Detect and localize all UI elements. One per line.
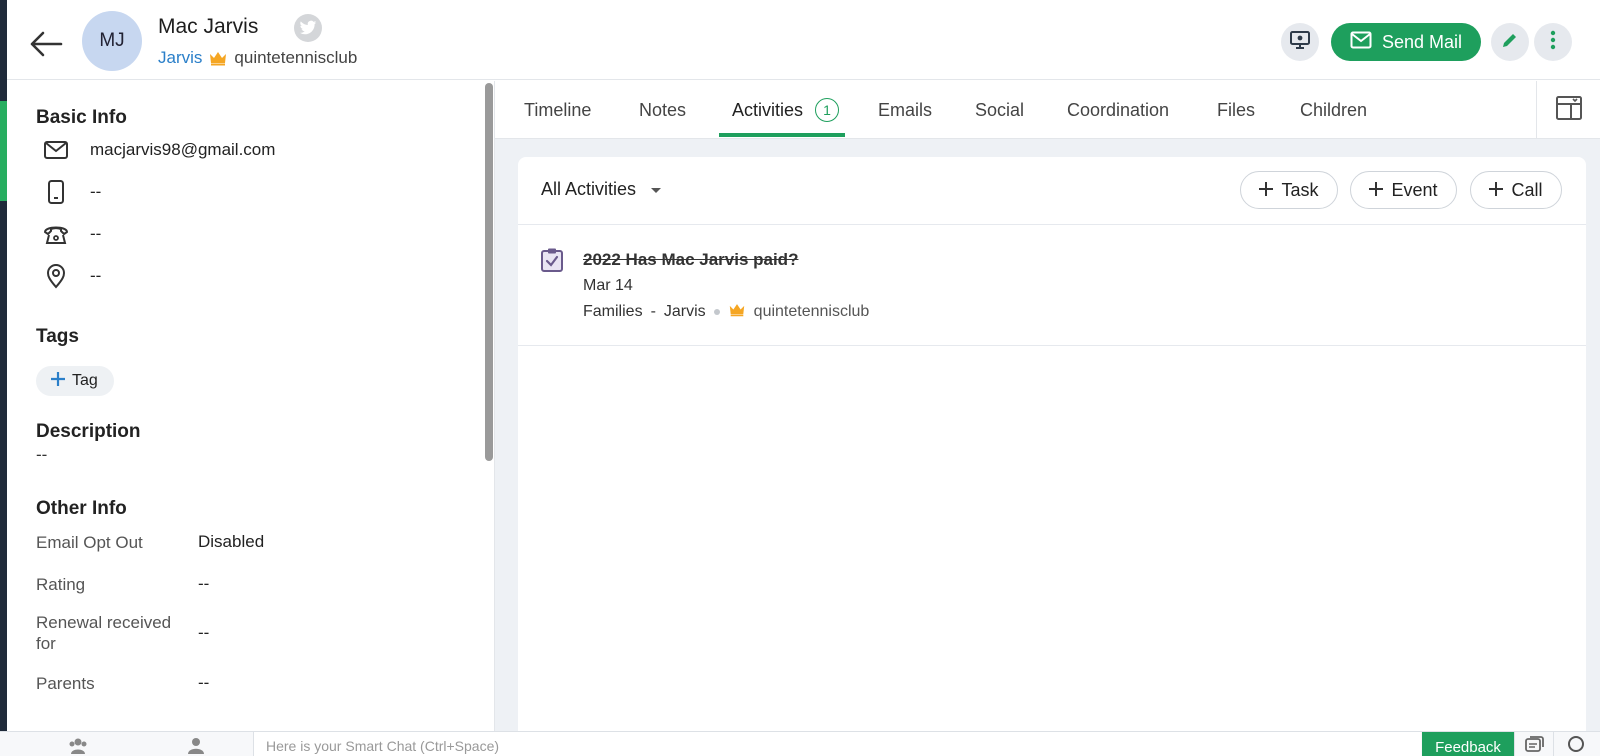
task-checklist-icon bbox=[540, 247, 564, 273]
crown-icon bbox=[728, 302, 746, 322]
twitter-icon[interactable] bbox=[294, 14, 322, 42]
tab-emails[interactable]: Emails bbox=[878, 81, 932, 139]
description-value: -- bbox=[36, 445, 48, 464]
related-tabs: Timeline Notes Activities 1 Emails Socia… bbox=[495, 81, 1600, 139]
description-title: Description bbox=[36, 421, 141, 442]
add-call-button[interactable]: Call bbox=[1470, 171, 1562, 209]
location-pin-icon bbox=[42, 262, 70, 290]
send-mail-button[interactable]: Send Mail bbox=[1331, 23, 1481, 61]
plus-icon bbox=[1369, 180, 1384, 201]
pencil-icon bbox=[1501, 31, 1519, 54]
activity-separator: - bbox=[650, 303, 656, 320]
account-link[interactable]: Jarvis bbox=[158, 48, 202, 68]
send-mail-label: Send Mail bbox=[1381, 31, 1463, 52]
mail-icon bbox=[42, 136, 70, 164]
plus-icon bbox=[1489, 180, 1504, 201]
basic-info-title: Basic Info bbox=[36, 107, 127, 128]
field-value-email-opt-out: Disabled bbox=[198, 532, 265, 551]
record-name: Mac Jarvis bbox=[158, 15, 259, 38]
field-value-rating: -- bbox=[198, 574, 210, 593]
avatar[interactable]: MJ bbox=[82, 11, 142, 71]
tab-activities-label: Activities bbox=[732, 99, 804, 120]
user-icon[interactable] bbox=[187, 736, 207, 754]
chat-icon bbox=[1524, 736, 1544, 756]
email-row: macjarvis98@gmail.com bbox=[42, 136, 275, 164]
add-event-label: Event bbox=[1391, 179, 1438, 200]
back-arrow-icon[interactable] bbox=[27, 25, 65, 63]
panel-layout-icon bbox=[1555, 95, 1583, 126]
plus-icon bbox=[1259, 180, 1274, 201]
add-tag-label: Tag bbox=[72, 372, 98, 389]
caret-down-icon bbox=[650, 179, 662, 200]
tab-files[interactable]: Files bbox=[1217, 81, 1255, 139]
more-vertical-icon bbox=[1550, 30, 1556, 55]
activity-related-record[interactable]: Jarvis bbox=[664, 303, 706, 321]
activity-meta: Families - Jarvis quintetennisclub bbox=[583, 302, 869, 322]
monitor-icon bbox=[1289, 30, 1311, 55]
edit-button[interactable] bbox=[1491, 23, 1529, 61]
group-users-icon[interactable] bbox=[68, 736, 88, 754]
mobile-row: -- bbox=[42, 178, 101, 206]
email-value[interactable]: macjarvis98@gmail.com bbox=[90, 140, 275, 160]
field-label-parents: Parents bbox=[36, 674, 95, 693]
activity-module: Families bbox=[583, 303, 643, 320]
search-button[interactable] bbox=[1553, 732, 1600, 756]
activities-filter-label: All Activities bbox=[541, 179, 637, 199]
activity-title[interactable]: 2022 Has Mac Jarvis paid? bbox=[583, 250, 798, 270]
activity-item[interactable]: 2022 Has Mac Jarvis paid? Mar 14 Familie… bbox=[518, 225, 1586, 346]
activities-filter-dropdown[interactable]: All Activities bbox=[541, 179, 662, 200]
phone-row: -- bbox=[42, 220, 101, 248]
mail-icon bbox=[1350, 31, 1372, 54]
activity-date: Mar 14 bbox=[583, 277, 633, 294]
layout-toggle-button[interactable] bbox=[1536, 81, 1600, 139]
mobile-icon bbox=[42, 178, 70, 206]
mobile-value: -- bbox=[90, 182, 102, 201]
search-icon bbox=[1567, 734, 1587, 756]
address-row: -- bbox=[42, 262, 101, 290]
app-sidebar-active-indicator bbox=[0, 101, 7, 201]
record-subline: Jarvis quintetennisclub bbox=[158, 48, 357, 68]
tab-timeline[interactable]: Timeline bbox=[524, 81, 591, 139]
org-name: quintetennisclub bbox=[234, 48, 358, 67]
other-info-title: Other Info bbox=[36, 498, 127, 519]
address-value: -- bbox=[90, 266, 102, 285]
feedback-button[interactable]: Feedback bbox=[1422, 732, 1514, 756]
add-call-label: Call bbox=[1511, 179, 1543, 200]
add-tag-button[interactable]: Tag bbox=[36, 366, 114, 396]
activities-card: All Activities Task Event Call 2022 Has … bbox=[518, 157, 1586, 737]
tab-activities[interactable]: Activities 1 bbox=[732, 81, 840, 139]
field-value-parents: -- bbox=[198, 673, 210, 692]
active-tab-indicator bbox=[719, 133, 845, 137]
smart-chat-input[interactable]: Here is your Smart Chat (Ctrl+Space) bbox=[253, 732, 1421, 756]
chat-bubbles-button[interactable] bbox=[1514, 732, 1552, 756]
field-label-renewal-received: Renewal received for bbox=[36, 613, 172, 653]
tab-notes[interactable]: Notes bbox=[639, 81, 686, 139]
tab-children[interactable]: Children bbox=[1300, 81, 1367, 139]
telephone-icon bbox=[42, 220, 70, 248]
details-panel: Basic Info macjarvis98@gmail.com -- -- -… bbox=[7, 81, 495, 731]
bottom-bar: Here is your Smart Chat (Ctrl+Space) Fee… bbox=[0, 731, 1600, 756]
tab-social[interactable]: Social bbox=[975, 81, 1024, 139]
activities-count-badge: 1 bbox=[815, 98, 840, 122]
details-scrollbar[interactable] bbox=[485, 83, 493, 461]
record-header: MJ Mac Jarvis Jarvis quintetennisclub Se… bbox=[7, 3, 1600, 80]
field-label-email-opt-out: Email Opt Out bbox=[36, 533, 143, 552]
add-event-button[interactable]: Event bbox=[1350, 171, 1457, 209]
plus-icon bbox=[50, 371, 66, 392]
meta-dot bbox=[713, 309, 720, 315]
field-value-renewal-received: -- bbox=[198, 623, 210, 642]
present-button[interactable] bbox=[1281, 23, 1319, 61]
field-label-rating: Rating bbox=[36, 575, 86, 594]
app-sidebar-strip bbox=[0, 0, 7, 756]
crown-icon bbox=[208, 50, 228, 66]
phone-value: -- bbox=[90, 224, 102, 243]
add-task-label: Task bbox=[1281, 179, 1319, 200]
add-task-button[interactable]: Task bbox=[1240, 171, 1338, 209]
more-options-button[interactable] bbox=[1534, 23, 1572, 61]
tab-coordination[interactable]: Coordination bbox=[1067, 81, 1169, 139]
activity-org: quintetennisclub bbox=[753, 303, 870, 320]
tags-title: Tags bbox=[36, 326, 79, 347]
